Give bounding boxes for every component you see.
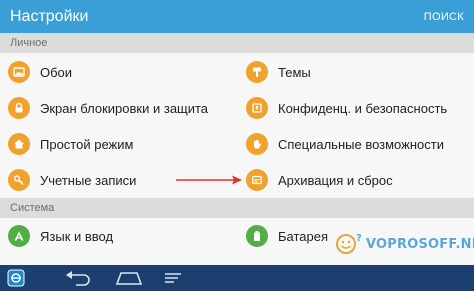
- setting-label: Простой режим: [40, 136, 134, 152]
- setting-label: Конфиденц. и безопасность: [278, 100, 448, 116]
- setting-battery[interactable]: Батарея: [246, 218, 328, 254]
- setting-label: Учетные записи: [40, 172, 137, 188]
- back-icon[interactable]: [64, 268, 94, 288]
- svg-text:?: ?: [356, 233, 362, 244]
- section-header-personal: Личное: [0, 33, 474, 53]
- setting-lock-screen[interactable]: Экран блокировки и защита: [8, 90, 208, 126]
- smiley-logo-icon: ?: [336, 233, 362, 254]
- setting-privacy[interactable]: Конфиденц. и безопасность: [246, 90, 447, 126]
- setting-easy-mode[interactable]: Простой режим: [8, 126, 133, 162]
- app-icon[interactable]: [6, 268, 26, 288]
- setting-label: Обои: [40, 64, 73, 80]
- shield-icon: [246, 97, 268, 119]
- setting-wallpaper[interactable]: Обои: [8, 54, 72, 90]
- app-bar: Настройки ПОИСК: [0, 0, 474, 33]
- setting-label: Батарея: [278, 228, 329, 244]
- setting-backup-reset[interactable]: Архивация и сброс: [246, 162, 393, 198]
- setting-accessibility[interactable]: Специальные возможности: [246, 126, 444, 162]
- setting-label: Специальные возможности: [278, 136, 444, 152]
- image-icon: [8, 61, 30, 83]
- setting-accounts[interactable]: Учетные записи: [8, 162, 136, 198]
- hand-icon: [246, 133, 268, 155]
- home-button-icon[interactable]: [114, 268, 144, 288]
- setting-label: Экран блокировки и защита: [40, 100, 209, 116]
- setting-language-input[interactable]: Язык и ввод: [8, 218, 113, 254]
- setting-label: Язык и ввод: [40, 228, 114, 244]
- battery-icon: [246, 225, 268, 247]
- language-icon: [8, 225, 30, 247]
- watermark-text: VOPROSOFF.NET: [366, 236, 474, 252]
- lock-icon: [8, 97, 30, 119]
- brush-icon: [246, 61, 268, 83]
- section-header-system: Система: [0, 198, 474, 218]
- key-icon: [8, 169, 30, 191]
- recent-apps-icon[interactable]: [162, 268, 184, 288]
- setting-label: Архивация и сброс: [278, 172, 393, 188]
- setting-label: Темы: [278, 64, 311, 80]
- search-button[interactable]: ПОИСК: [424, 11, 464, 23]
- red-arrow-annotation: [176, 175, 242, 185]
- navigation-bar: [0, 265, 474, 291]
- page-title: Настройки: [10, 7, 89, 25]
- watermark: ? VOPROSOFF.NET: [332, 232, 474, 256]
- home-icon: [8, 133, 30, 155]
- backup-icon: [246, 169, 268, 191]
- setting-themes[interactable]: Темы: [246, 54, 311, 90]
